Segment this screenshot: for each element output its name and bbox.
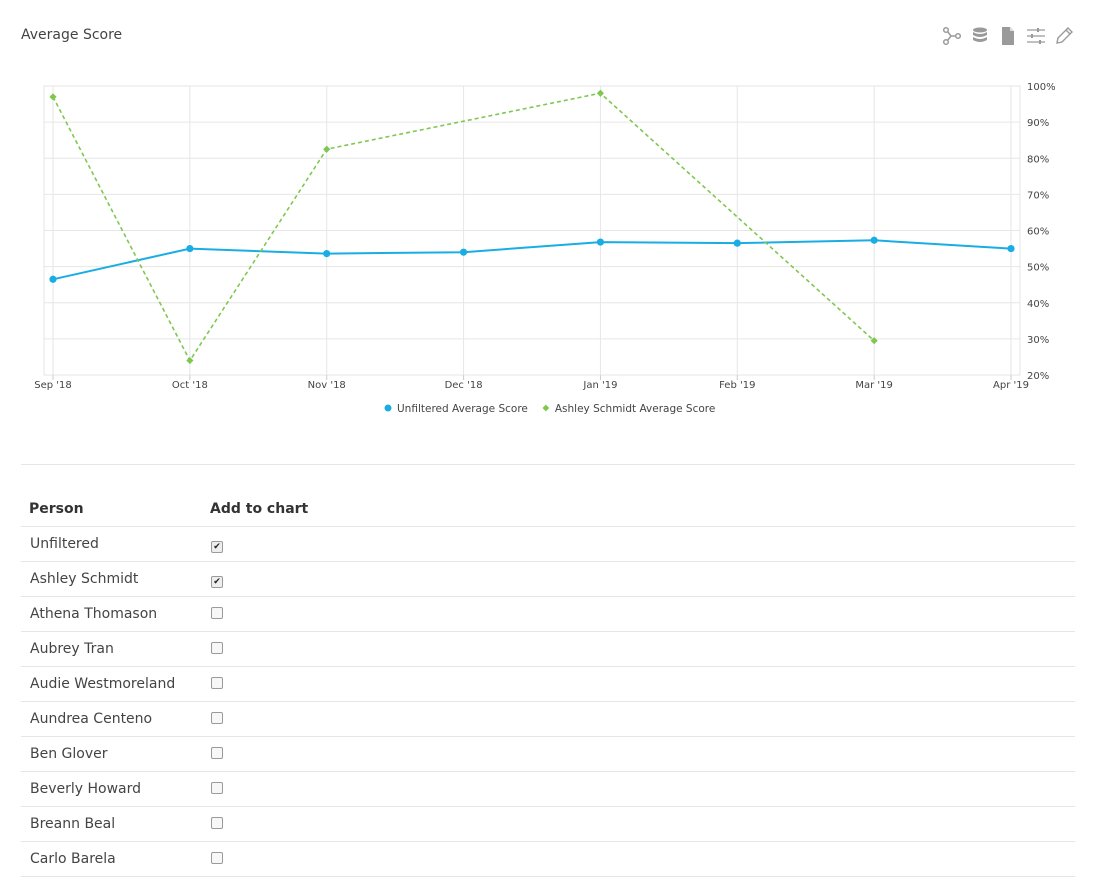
table-row: Ashley Schmidt ✔ [21,561,1075,597]
divider [21,464,1075,465]
file-icon [1002,27,1014,45]
table-row: Breann Beal [21,806,1075,842]
export-button[interactable] [997,25,1019,47]
add-to-chart-checkbox[interactable]: ✔ [211,576,223,588]
add-to-chart-cell: ✔ [202,526,1075,562]
person-name: Carlo Barela [21,841,202,877]
person-name: Aubrey Tran [21,631,202,667]
y-tick-label: 30% [1027,335,1049,346]
table-row: Ben Glover [21,736,1075,772]
y-tick-label: 50% [1027,263,1049,274]
y-tick-label: 80% [1027,154,1049,165]
person-column-header: Person [21,492,202,527]
table-row: Carlo Barela [21,841,1075,877]
x-tick-label: Jan '19 [582,380,617,391]
person-name: Breann Beal [21,806,202,842]
add-to-chart-cell: ✔ [202,561,1075,597]
legend-label-2: Ashley Schmidt Average Score [555,403,715,415]
table-row: Athena Thomason [21,596,1075,632]
legend-marker-2 [542,404,550,412]
data-point-1 [1007,244,1015,253]
add-to-chart-checkbox[interactable] [211,677,223,689]
y-tick-label: 70% [1027,190,1049,201]
x-tick-label: Dec '18 [445,380,483,391]
x-tick-label: Sep '18 [34,380,72,391]
x-tick-label: Apr '19 [993,380,1029,391]
add-to-chart-checkbox[interactable] [211,817,223,829]
add-to-chart-checkbox[interactable] [211,747,223,759]
data-point-2 [596,89,605,97]
series-line-1 [52,239,1012,281]
add-to-chart-cell [202,841,1075,877]
x-tick-label: Feb '19 [719,380,755,391]
data-source-button[interactable] [969,25,991,47]
add-to-chart-cell [202,806,1075,842]
table-row: Beverly Howard [21,771,1075,807]
filter-button[interactable] [1025,25,1047,47]
person-name: Athena Thomason [21,596,202,632]
y-tick-label: 60% [1027,227,1049,238]
add-column-header: Add to chart [202,492,1075,527]
pencil-icon [1056,27,1073,44]
database-icon [973,27,987,42]
data-point-1 [596,238,605,246]
data-point-1 [870,236,878,244]
person-name: Unfiltered [21,526,202,562]
add-to-chart-cell [202,596,1075,632]
edit-button[interactable] [1053,25,1075,47]
add-to-chart-cell [202,631,1075,667]
sliders-icon [1027,28,1045,44]
data-point-1 [733,239,741,247]
table-row: Unfiltered ✔ [21,526,1075,562]
add-to-chart-checkbox[interactable] [211,712,223,724]
data-point-1 [49,275,57,283]
data-point-1 [323,250,331,258]
data-point-1 [186,244,194,253]
data-point-2 [323,145,331,153]
person-name: Aundrea Centeno [21,701,202,737]
table-row: Aubrey Tran [21,631,1075,667]
data-point-2 [186,356,194,365]
add-to-chart-cell [202,666,1075,702]
chart-toolbar [941,25,1075,47]
person-name: Beverly Howard [21,771,202,807]
add-to-chart-cell [202,736,1075,772]
y-tick-label: 40% [1027,299,1049,310]
share-button[interactable] [941,25,963,47]
add-to-chart-cell [202,771,1075,807]
legend-label-1: Unfiltered Average Score [397,403,528,415]
y-tick-label: 100% [1027,82,1056,93]
x-tick-label: Nov '18 [308,380,346,391]
y-tick-label: 90% [1027,118,1049,129]
x-tick-label: Oct '18 [172,380,208,391]
page-title: Average Score [21,27,123,43]
data-point-1 [459,248,468,256]
x-tick-label: Mar '19 [855,380,893,391]
data-point-2 [49,93,57,101]
add-to-chart-checkbox[interactable] [211,782,223,794]
table-header-row: Person Add to chart [21,492,1075,527]
add-to-chart-checkbox[interactable]: ✔ [211,541,223,553]
share-nodes-icon [942,26,962,46]
table-row: Aundrea Centeno [21,701,1075,737]
person-name: Ashley Schmidt [21,561,202,597]
y-tick-label: 20% [1027,371,1049,382]
person-name: Audie Westmoreland [21,666,202,702]
add-to-chart-checkbox[interactable] [211,607,223,619]
person-table: Person Add to chart Unfiltered ✔ Ashley Sc… [21,492,1075,877]
add-to-chart-checkbox[interactable] [211,642,223,654]
average-score-chart: 100% 90% 80% 70% 60% 50% 40% 30% 20% Sep '18 Oct '… [34,82,1056,415]
add-to-chart-cell [202,701,1075,737]
table-row: Audie Westmoreland [21,666,1075,702]
person-name: Ben Glover [21,736,202,772]
legend-marker-1 [384,404,392,412]
add-to-chart-checkbox[interactable] [211,852,223,864]
